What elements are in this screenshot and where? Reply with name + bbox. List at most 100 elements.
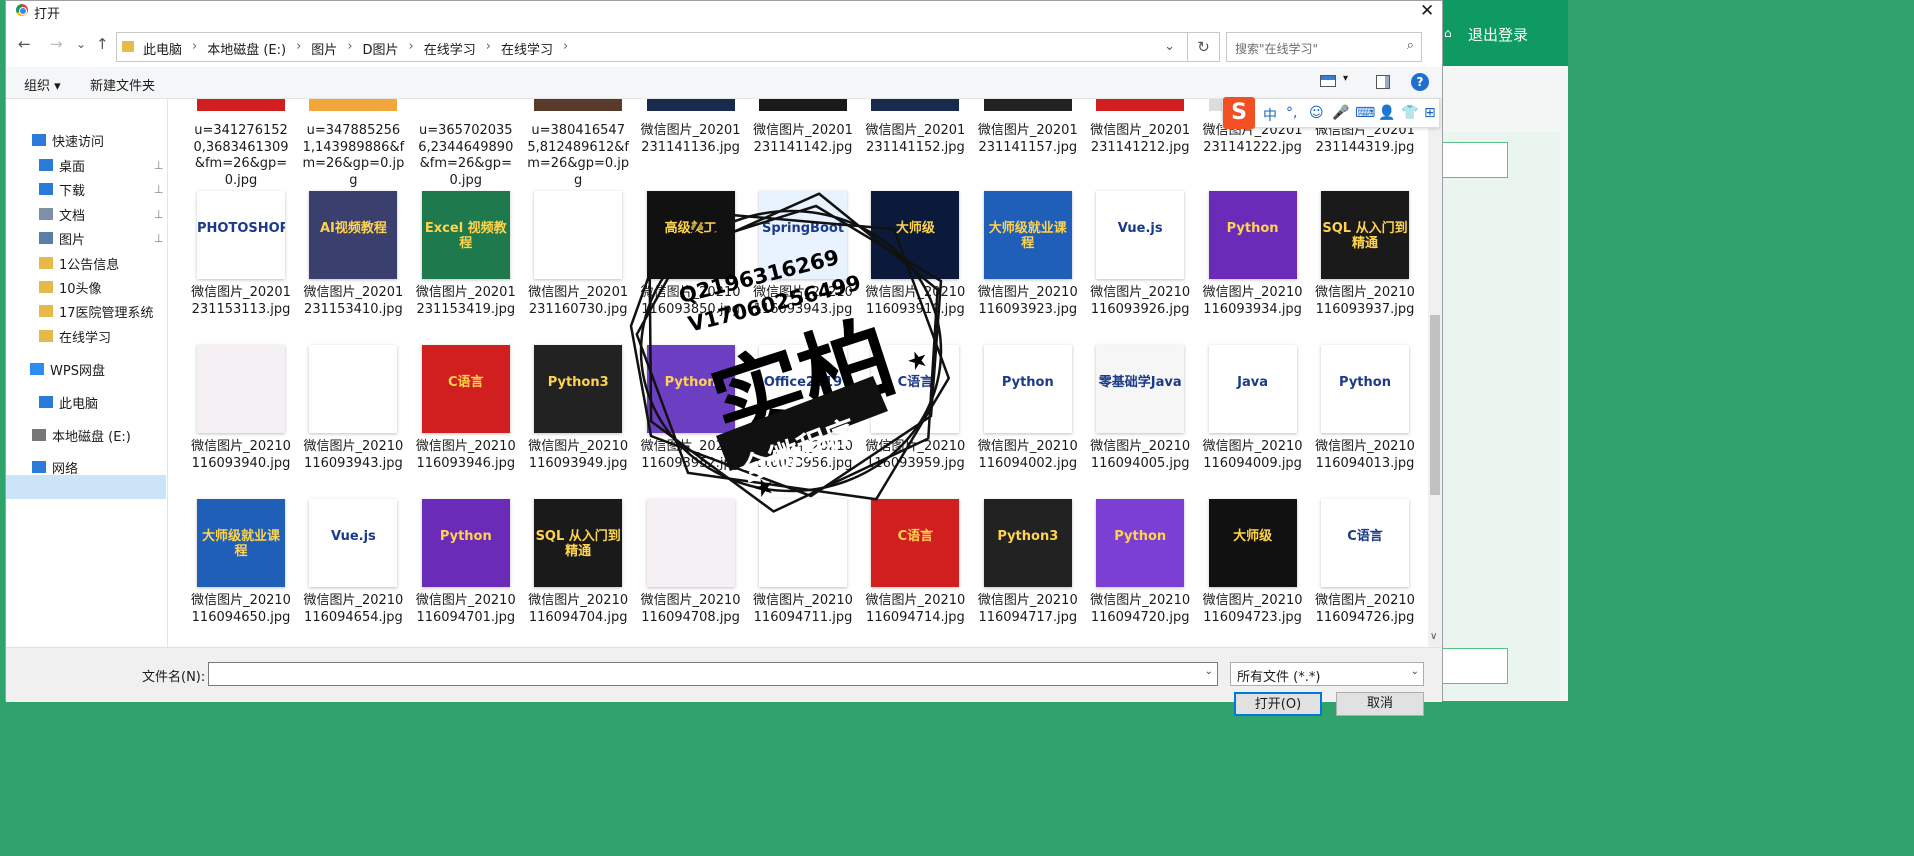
- svg-text:★: ★: [903, 343, 933, 377]
- desktop-icon: [39, 159, 53, 171]
- breadcrumb-separator-icon[interactable]: ›: [296, 39, 301, 58]
- view-options-dropdown[interactable]: ▾: [1343, 73, 1348, 84]
- preview-pane-icon[interactable]: [1376, 75, 1390, 89]
- ime-toolbar-icon[interactable]: ⊞: [1424, 105, 1436, 121]
- sidebar-item[interactable]: 文档 ⊥: [39, 202, 164, 226]
- chevron-down-icon[interactable]: ⌄: [1164, 39, 1175, 54]
- app-input-field-2[interactable]: [1440, 648, 1508, 684]
- computer-icon: [39, 396, 53, 408]
- sidebar-item[interactable]: 10头像: [39, 275, 102, 299]
- sidebar-item[interactable]: 图片 ⊥: [39, 226, 164, 250]
- open-button[interactable]: 打开(O): [1234, 692, 1322, 716]
- app-panel: [1440, 132, 1560, 701]
- thumbnail-text: SQL 从入门到精通: [1322, 221, 1408, 251]
- dialog-titlebar: 打开 ✕: [6, 1, 1442, 22]
- ime-toolbar-icon[interactable]: 中: [1263, 105, 1277, 125]
- breadcrumb-item[interactable]: 在线学习: [424, 39, 476, 58]
- sidebar-item-label: 下载: [59, 183, 86, 199]
- search-input[interactable]: 搜索"在线学习" ⌕: [1226, 32, 1422, 62]
- ime-toolbar-icon[interactable]: °,: [1286, 105, 1297, 121]
- file-name: 微信图片_20210116094002.jpg: [977, 439, 1078, 471]
- thumbnail-text: Vue.js: [330, 529, 376, 544]
- scroll-down-arrow[interactable]: ∨: [1430, 631, 1437, 642]
- sidebar-item[interactable]: 快速访问: [32, 128, 104, 152]
- file-name: u=3804165475,812489612&fm=26&gp=0.jpg: [527, 123, 630, 188]
- breadcrumb-separator-icon[interactable]: ›: [563, 39, 568, 58]
- file-thumbnail: Java: [1208, 345, 1297, 433]
- sidebar-item-label: 在线学习: [59, 330, 112, 346]
- breadcrumb-separator-icon[interactable]: ›: [192, 39, 197, 58]
- sidebar-item[interactable]: 1公告信息: [39, 251, 119, 275]
- selected-highlight: [6, 475, 166, 499]
- close-button[interactable]: ✕: [1420, 1, 1434, 21]
- sidebar-item[interactable]: 下载 ⊥: [39, 177, 164, 201]
- thumbnail-text: Python: [1339, 375, 1391, 390]
- file-thumbnail: Python: [1096, 499, 1185, 587]
- sidebar-item-label: WPS网盘: [50, 363, 105, 379]
- sidebar-item[interactable]: 在线学习: [39, 324, 111, 348]
- breadcrumb-item[interactable]: D图片: [363, 39, 399, 58]
- ime-toolbar-icon[interactable]: 👤: [1378, 105, 1395, 121]
- file-thumbnail: SQL 从入门到精通: [534, 499, 623, 587]
- breadcrumb-separator-icon[interactable]: ›: [347, 39, 352, 58]
- back-button[interactable]: ←: [18, 35, 31, 53]
- refresh-button[interactable]: ↻: [1188, 32, 1220, 62]
- file-thumbnail: C语言: [1321, 499, 1409, 587]
- breadcrumb-item[interactable]: 在线学习: [501, 39, 553, 58]
- new-folder-button[interactable]: 新建文件夹: [90, 75, 155, 94]
- sogou-logo-icon[interactable]: S: [1223, 97, 1255, 129]
- thumbnail-text: Python: [439, 529, 492, 544]
- cancel-button[interactable]: 取消: [1336, 692, 1424, 716]
- sidebar-item[interactable]: 17医院管理系统: [39, 299, 154, 323]
- ime-toolbar-icon[interactable]: 👕: [1401, 105, 1418, 121]
- breadcrumb-item[interactable]: 此电脑: [143, 39, 182, 58]
- forward-button[interactable]: →: [50, 35, 63, 53]
- sidebar-item[interactable]: 本地磁盘 (E:): [32, 423, 131, 447]
- thumbnail-text: PHOTOSHOP: [197, 221, 285, 236]
- help-icon[interactable]: ?: [1411, 73, 1429, 91]
- thumbnail-text: 大师级: [1233, 529, 1273, 544]
- file-name: 微信图片_20210116094708.jpg: [640, 593, 741, 625]
- filename-input[interactable]: ⌄: [208, 662, 1218, 686]
- breadcrumb-separator-icon[interactable]: ›: [409, 39, 414, 58]
- scrollbar-thumb[interactable]: [1430, 315, 1440, 495]
- breadcrumb-separator-icon[interactable]: ›: [486, 39, 491, 58]
- app-input-field[interactable]: [1440, 142, 1508, 178]
- file-thumbnail: 大师级就业课程: [197, 499, 285, 587]
- sidebar-item-label: 1公告信息: [59, 257, 120, 273]
- file-name: 微信图片_20201231141136.jpg: [640, 123, 741, 155]
- address-bar[interactable]: 此电脑 › 本地磁盘 (E:) › 图片 › D图片 › 在线学习 › 在线学习 › ⌄: [116, 32, 1188, 62]
- file-thumbnail: [871, 99, 960, 111]
- file-name: 微信图片_20210116093934.jpg: [1202, 285, 1303, 317]
- file-name: 微信图片_20201231141212.jpg: [1090, 123, 1191, 155]
- ime-toolbar-icon[interactable]: ☺: [1309, 105, 1324, 121]
- ime-toolbar-icon[interactable]: ⌨: [1355, 105, 1375, 121]
- breadcrumb-item[interactable]: 本地磁盘 (E:): [207, 39, 286, 58]
- search-placeholder: 搜索"在线学习": [1235, 42, 1319, 56]
- thumbnail-text: 大师级就业课程: [201, 529, 280, 559]
- thumbnail-text: Vue.js: [1117, 221, 1163, 236]
- organize-menu[interactable]: 组织 ▾: [24, 75, 61, 94]
- thumbnail-text: 大师级就业课程: [988, 221, 1067, 251]
- vertical-scrollbar[interactable]: ∨: [1428, 99, 1442, 647]
- sidebar-item[interactable]: WPS网盘: [30, 357, 105, 381]
- logout-link[interactable]: 退出登录: [1468, 24, 1528, 45]
- home-icon: ⌂: [1444, 26, 1452, 40]
- recent-locations-button[interactable]: ⌄: [76, 37, 86, 51]
- file-name: 微信图片_20210116094013.jpg: [1315, 439, 1415, 471]
- chevron-down-icon[interactable]: ⌄: [1205, 666, 1213, 677]
- file-name: 微信图片_20210116093937.jpg: [1315, 285, 1415, 317]
- file-name: 微信图片_20210116094654.jpg: [303, 593, 404, 625]
- up-button[interactable]: ↑: [96, 35, 109, 53]
- folder-icon: [39, 305, 53, 317]
- sidebar-item[interactable]: 网络: [32, 455, 78, 479]
- ime-toolbar-icon[interactable]: 🎤: [1332, 105, 1349, 121]
- breadcrumb: 此电脑 › 本地磁盘 (E:) › 图片 › D图片 › 在线学习 › 在线学习 ›: [143, 39, 578, 58]
- sidebar-item[interactable]: 此电脑: [39, 390, 98, 414]
- sidebar-item[interactable]: 桌面 ⊥: [39, 153, 164, 177]
- view-icon[interactable]: [1320, 75, 1336, 87]
- breadcrumb-item[interactable]: 图片: [311, 39, 337, 58]
- file-thumbnail: 大师级就业课程: [983, 191, 1072, 279]
- filetype-select[interactable]: 所有文件 (*.*) ⌄: [1230, 662, 1424, 686]
- file-thumbnail: [534, 99, 623, 111]
